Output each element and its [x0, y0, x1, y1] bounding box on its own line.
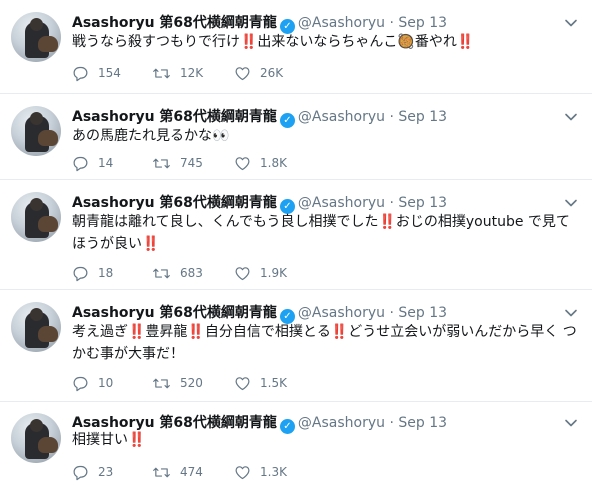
reply-icon	[73, 156, 88, 171]
heart-icon	[235, 66, 250, 80]
like-count: 1.8K	[260, 156, 287, 170]
tweet[interactable]: Asashoryu 第68代横綱朝青龍 ✓ @Asashoryu · Sep 13 …	[0, 94, 592, 180]
tweet[interactable]: Asashoryu 第68代横綱朝青龍 ✓ @Asashoryu · Sep 13 …	[0, 290, 592, 402]
like-count: 1.3K	[260, 465, 287, 479]
avatar[interactable]	[11, 106, 61, 156]
display-name[interactable]: Asashoryu 第68代横綱朝青龍	[72, 109, 277, 125]
reply-count: 18	[98, 266, 114, 280]
reply-icon	[73, 465, 88, 480]
tweet-text: 戦うなら殺すつもりで行け‼️出来ないならちゃんこ🥘番やれ‼️	[72, 34, 475, 50]
retweet-icon	[153, 467, 170, 477]
tweet-header: Asashoryu 第68代横綱朝青龍 ✓ @Asashoryu · Sep 13	[72, 12, 447, 34]
tweet-header: Asashoryu 第68代横綱朝青龍 ✓ @Asashoryu · Sep 13	[72, 106, 447, 128]
handle[interactable]: @Asashoryu	[298, 195, 385, 211]
avatar[interactable]	[11, 413, 61, 463]
tweet-date[interactable]: Sep 13	[398, 109, 447, 125]
like-count: 1.5K	[260, 376, 287, 390]
separator-dot: ·	[389, 195, 394, 211]
separator-dot: ·	[389, 15, 394, 31]
retweet-icon	[153, 378, 170, 388]
retweet-count: 520	[180, 376, 203, 390]
tweet-date[interactable]: Sep 13	[398, 15, 447, 31]
reply-count: 23	[98, 465, 114, 479]
avatar[interactable]	[11, 302, 61, 352]
avatar[interactable]	[11, 192, 61, 242]
tweet-date[interactable]: Sep 13	[398, 305, 447, 321]
separator-dot: ·	[389, 109, 394, 125]
retweet-icon	[153, 68, 170, 78]
heart-icon	[235, 376, 250, 390]
like-button[interactable]: 26K	[234, 64, 283, 82]
reply-button[interactable]: 154	[72, 64, 121, 82]
like-button[interactable]: 1.5K	[234, 374, 287, 392]
tweet-feed: Asashoryu 第68代横綱朝青龍 ✓ @Asashoryu · Sep 13 …	[0, 0, 592, 487]
retweet-icon	[153, 268, 170, 278]
retweet-count: 474	[180, 465, 203, 479]
handle[interactable]: @Asashoryu	[298, 109, 385, 125]
reply-button[interactable]: 18	[72, 264, 113, 282]
like-button[interactable]: 1.3K	[234, 463, 287, 481]
reply-icon	[73, 376, 88, 391]
chevron-down-icon[interactable]	[564, 15, 578, 29]
reply-button[interactable]: 14	[72, 154, 113, 172]
handle[interactable]: @Asashoryu	[298, 305, 385, 321]
reply-icon	[73, 266, 88, 281]
heart-icon	[235, 465, 250, 479]
tweet-text: 相撲甘い‼️	[72, 432, 146, 448]
retweet-count: 683	[180, 266, 203, 280]
reply-button[interactable]: 23	[72, 463, 113, 481]
retweet-count: 745	[180, 156, 203, 170]
retweet-button[interactable]: 745	[152, 154, 203, 172]
display-name[interactable]: Asashoryu 第68代横綱朝青龍	[72, 195, 277, 211]
tweet-header: Asashoryu 第68代横綱朝青龍 ✓ @Asashoryu · Sep 13	[72, 412, 447, 434]
like-button[interactable]: 1.8K	[234, 154, 287, 172]
display-name[interactable]: Asashoryu 第68代横綱朝青龍	[72, 305, 277, 321]
retweet-button[interactable]: 12K	[152, 64, 203, 82]
reply-button[interactable]: 10	[72, 374, 113, 392]
separator-dot: ·	[389, 305, 394, 321]
reply-count: 154	[98, 66, 121, 80]
like-count: 1.9K	[260, 266, 287, 280]
display-name[interactable]: Asashoryu 第68代横綱朝青龍	[72, 15, 277, 31]
retweet-button[interactable]: 520	[152, 374, 203, 392]
reply-icon	[73, 66, 88, 81]
tweet-text: あの馬鹿たれ見るかな👀	[72, 128, 230, 144]
tweet-header: Asashoryu 第68代横綱朝青龍 ✓ @Asashoryu · Sep 13	[72, 302, 447, 324]
chevron-down-icon[interactable]	[564, 195, 578, 209]
heart-icon	[235, 266, 250, 280]
chevron-down-icon[interactable]	[564, 109, 578, 123]
retweet-icon	[153, 158, 170, 168]
avatar[interactable]	[11, 12, 61, 62]
tweet[interactable]: Asashoryu 第68代横綱朝青龍 ✓ @Asashoryu · Sep 13 …	[0, 0, 592, 94]
reply-count: 14	[98, 156, 114, 170]
chevron-down-icon[interactable]	[564, 305, 578, 319]
retweet-button[interactable]: 474	[152, 463, 203, 481]
heart-icon	[235, 156, 250, 170]
tweet-text: 朝青龍は離れて良し、くんでもう良し相撲でした‼️おじの相撲youtube で見て…	[72, 214, 570, 252]
handle[interactable]: @Asashoryu	[298, 15, 385, 31]
tweet[interactable]: Asashoryu 第68代横綱朝青龍 ✓ @Asashoryu · Sep 13 …	[0, 402, 592, 487]
retweet-count: 12K	[180, 66, 204, 80]
retweet-button[interactable]: 683	[152, 264, 203, 282]
tweet-text: 考え過ぎ‼️豊昇龍‼️自分自信で相撲とる‼️どうせ立会いが弱いんだから早く つか…	[72, 324, 577, 362]
tweet-date[interactable]: Sep 13	[398, 195, 447, 211]
like-button[interactable]: 1.9K	[234, 264, 287, 282]
reply-count: 10	[98, 376, 114, 390]
tweet[interactable]: Asashoryu 第68代横綱朝青龍 ✓ @Asashoryu · Sep 13 …	[0, 180, 592, 290]
tweet-header: Asashoryu 第68代横綱朝青龍 ✓ @Asashoryu · Sep 13	[72, 192, 447, 214]
chevron-down-icon[interactable]	[564, 415, 578, 429]
like-count: 26K	[260, 66, 284, 80]
